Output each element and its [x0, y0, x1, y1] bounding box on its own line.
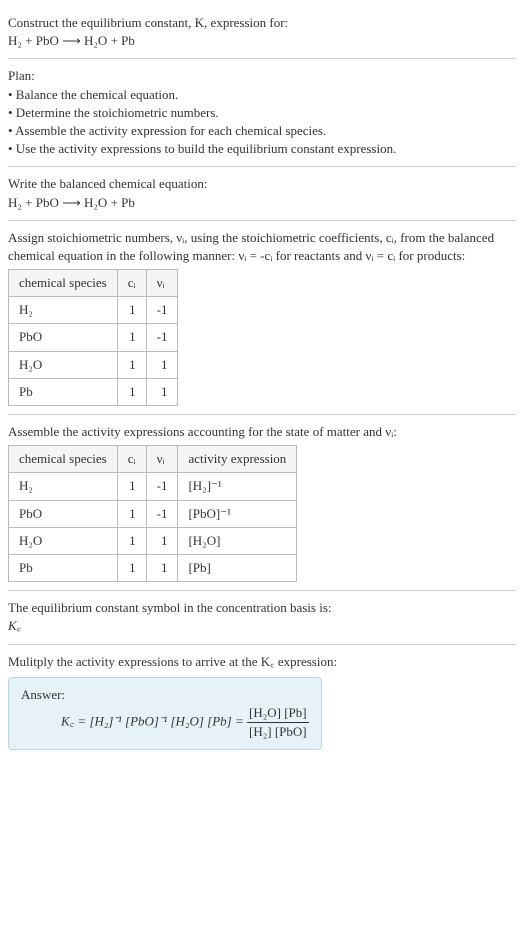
cell-vi: -1 — [146, 297, 178, 324]
cell-species: H₂ — [9, 297, 118, 324]
symbol-section: The equilibrium constant symbol in the c… — [8, 591, 516, 644]
col-vi: νᵢ — [146, 270, 178, 297]
kc-symbol: K꜀ — [8, 617, 516, 635]
cell-vi: -1 — [146, 500, 178, 527]
header-section: Construct the equilibrium constant, K, e… — [8, 6, 516, 59]
cell-ci: 1 — [117, 378, 146, 405]
answer-label: Answer: — [21, 686, 309, 704]
cell-vi: 1 — [146, 351, 178, 378]
plan-section: Plan: • Balance the chemical equation. •… — [8, 59, 516, 167]
answer-expression: K꜀ = [H₂]⁻¹ [PbO]⁻¹ [H₂O] [Pb] = [H₂O] [… — [21, 704, 309, 741]
plan-bullet: • Use the activity expressions to build … — [8, 140, 516, 158]
cell-species: Pb — [9, 378, 118, 405]
cell-ci: 1 — [117, 324, 146, 351]
table-row: H₂O 1 1 — [9, 351, 178, 378]
cell-expr: [H₂]⁻¹ — [178, 473, 297, 500]
col-species: chemical species — [9, 270, 118, 297]
answer-box: Answer: K꜀ = [H₂]⁻¹ [PbO]⁻¹ [H₂O] [Pb] =… — [8, 677, 322, 751]
header-equation: H₂ + PbO ⟶ H₂O + Pb — [8, 32, 516, 50]
table-row: Pb 1 1 — [9, 378, 178, 405]
table-header-row: chemical species cᵢ νᵢ — [9, 270, 178, 297]
cell-species: H₂O — [9, 351, 118, 378]
balanced-title: Write the balanced chemical equation: — [8, 175, 516, 193]
cell-vi: 1 — [146, 527, 178, 554]
cell-ci: 1 — [117, 351, 146, 378]
table-row: PbO 1 -1 — [9, 324, 178, 351]
cell-species: PbO — [9, 500, 118, 527]
plan-bullet: • Determine the stoichiometric numbers. — [8, 104, 516, 122]
table-row: H₂ 1 -1 [H₂]⁻¹ — [9, 473, 297, 500]
kc-lhs: K꜀ = [H₂]⁻¹ [PbO]⁻¹ [H₂O] [Pb] = — [61, 714, 247, 729]
stoich-section: Assign stoichiometric numbers, νᵢ, using… — [8, 221, 516, 415]
final-intro: Mulitply the activity expressions to arr… — [8, 653, 516, 671]
balanced-equation: H₂ + PbO ⟶ H₂O + Pb — [8, 194, 516, 212]
prompt-text: Construct the equilibrium constant, K, e… — [8, 14, 516, 32]
cell-vi: -1 — [146, 473, 178, 500]
cell-vi: 1 — [146, 554, 178, 581]
col-species: chemical species — [9, 446, 118, 473]
cell-expr: [H₂O] — [178, 527, 297, 554]
balanced-section: Write the balanced chemical equation: H₂… — [8, 167, 516, 220]
cell-ci: 1 — [117, 554, 146, 581]
activity-table: chemical species cᵢ νᵢ activity expressi… — [8, 445, 297, 582]
plan-bullet: • Balance the chemical equation. — [8, 86, 516, 104]
col-expr: activity expression — [178, 446, 297, 473]
stoich-intro: Assign stoichiometric numbers, νᵢ, using… — [8, 229, 516, 265]
table-row: H₂ 1 -1 — [9, 297, 178, 324]
fraction-denominator: [H₂] [PbO] — [247, 723, 309, 741]
cell-species: Pb — [9, 554, 118, 581]
plan-title: Plan: — [8, 67, 516, 85]
cell-species: PbO — [9, 324, 118, 351]
stoich-table: chemical species cᵢ νᵢ H₂ 1 -1 PbO 1 -1 … — [8, 269, 178, 406]
col-vi: νᵢ — [146, 446, 178, 473]
cell-ci: 1 — [117, 527, 146, 554]
kc-fraction: [H₂O] [Pb] [H₂] [PbO] — [247, 704, 309, 741]
fraction-numerator: [H₂O] [Pb] — [247, 704, 309, 723]
cell-expr: [Pb] — [178, 554, 297, 581]
cell-expr: [PbO]⁻¹ — [178, 500, 297, 527]
table-row: H₂O 1 1 [H₂O] — [9, 527, 297, 554]
activity-intro: Assemble the activity expressions accoun… — [8, 423, 516, 441]
table-row: Pb 1 1 [Pb] — [9, 554, 297, 581]
cell-ci: 1 — [117, 500, 146, 527]
cell-species: H₂O — [9, 527, 118, 554]
final-section: Mulitply the activity expressions to arr… — [8, 645, 516, 759]
cell-species: H₂ — [9, 473, 118, 500]
cell-vi: 1 — [146, 378, 178, 405]
cell-ci: 1 — [117, 473, 146, 500]
col-ci: cᵢ — [117, 446, 146, 473]
plan-bullet: • Assemble the activity expression for e… — [8, 122, 516, 140]
symbol-intro: The equilibrium constant symbol in the c… — [8, 599, 516, 617]
table-row: PbO 1 -1 [PbO]⁻¹ — [9, 500, 297, 527]
cell-ci: 1 — [117, 297, 146, 324]
cell-vi: -1 — [146, 324, 178, 351]
col-ci: cᵢ — [117, 270, 146, 297]
activity-section: Assemble the activity expressions accoun… — [8, 415, 516, 591]
table-header-row: chemical species cᵢ νᵢ activity expressi… — [9, 446, 297, 473]
